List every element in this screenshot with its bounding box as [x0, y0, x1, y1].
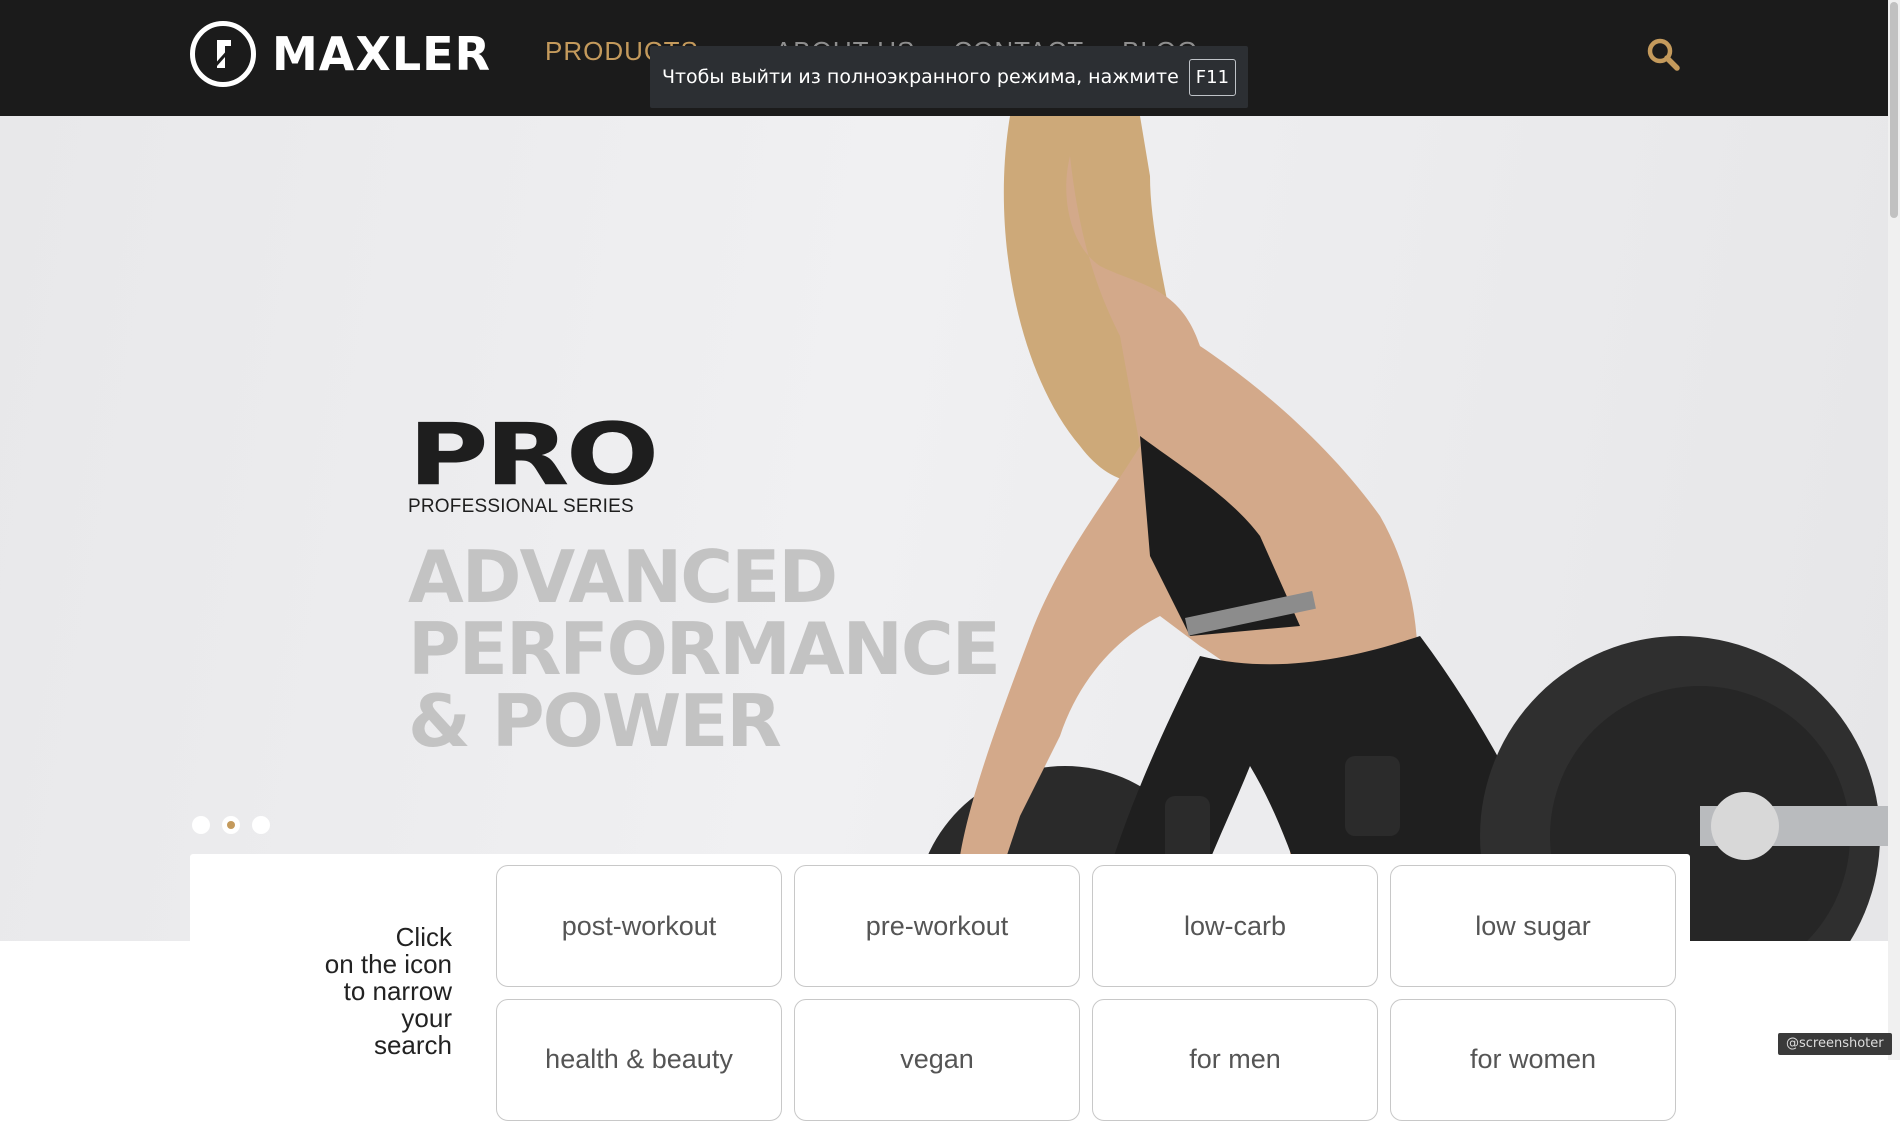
hero-athlete-image	[915, 116, 1888, 941]
carousel-dots	[192, 816, 282, 834]
scrollbar-thumb[interactable]	[1890, 2, 1898, 218]
filter-vegan[interactable]: vegan	[794, 999, 1080, 1121]
filter-low-sugar[interactable]: low sugar	[1390, 865, 1676, 987]
tagline-line: & POWER	[408, 679, 782, 763]
search-button[interactable]	[1645, 36, 1681, 72]
filter-post-workout[interactable]: post-workout	[496, 865, 782, 987]
filter-for-men[interactable]: for men	[1092, 999, 1378, 1121]
pro-series-logo: PRO PROFESSIONAL SERIES	[408, 412, 659, 518]
filter-health-beauty[interactable]: health & beauty	[496, 999, 782, 1121]
keyboard-key: F11	[1188, 58, 1237, 96]
page-scrollbar[interactable]	[1888, 0, 1900, 1060]
search-icon	[1647, 38, 1680, 71]
carousel-dot[interactable]	[252, 816, 270, 834]
filter-for-women[interactable]: for women	[1390, 999, 1676, 1121]
filter-hint-line: on the icon	[324, 949, 452, 979]
pro-logo-text: PRO	[408, 405, 659, 505]
brand-logo-icon	[190, 21, 256, 87]
brand-logo[interactable]: MAXLER	[190, 17, 491, 91]
tagline-line: ADVANCED	[408, 535, 838, 619]
filter-hint: Click on the icon to narrow your search	[190, 924, 452, 1059]
filter-hint-line: Click	[395, 922, 452, 952]
tagline-line: PERFORMANCE	[408, 607, 1001, 691]
screenshoter-watermark: @screenshoter	[1778, 1033, 1892, 1055]
fullscreen-exit-notice: Чтобы выйти из полноэкранного режима, на…	[650, 46, 1248, 108]
filter-hint-line: to narrow	[343, 976, 452, 1006]
brand-name: MAXLER	[272, 27, 491, 81]
product-filter-panel: Click on the icon to narrow your search …	[190, 854, 1690, 1121]
hero-banner: PRO PROFESSIONAL SERIES ADVANCED PERFORM…	[0, 116, 1888, 941]
filter-pre-workout[interactable]: pre-workout	[794, 865, 1080, 987]
hero-tagline: ADVANCED PERFORMANCE & POWER	[408, 535, 1001, 763]
carousel-dot[interactable]	[192, 816, 210, 834]
fullscreen-notice-text: Чтобы выйти из полноэкранного режима, на…	[661, 66, 1179, 88]
filter-low-carb[interactable]: low-carb	[1092, 865, 1378, 987]
filter-hint-line: your	[401, 1003, 452, 1033]
filter-hint-line: search	[373, 1030, 452, 1060]
carousel-dot-active[interactable]	[222, 816, 240, 834]
